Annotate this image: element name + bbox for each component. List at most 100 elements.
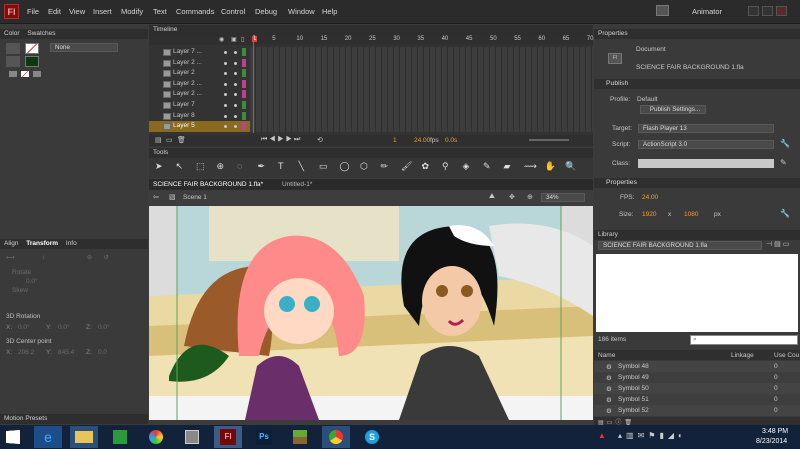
photos-app-icon[interactable]	[178, 426, 206, 448]
layer-row[interactable]: Layer 2	[149, 68, 593, 79]
chrome-icon[interactable]	[322, 426, 350, 448]
link-icon[interactable]: ⊖	[87, 255, 92, 261]
lock-dot[interactable]	[234, 61, 237, 65]
lock-dot[interactable]	[234, 51, 237, 54]
start-windows-icon[interactable]	[6, 430, 20, 444]
frame-cells[interactable]	[250, 100, 593, 111]
wrench-icon[interactable]: 🔧	[780, 139, 790, 148]
layer-name[interactable]: Layer 5	[173, 122, 195, 129]
elapsed-time[interactable]: 0.0s	[445, 137, 457, 144]
height-field[interactable]: 1080	[684, 211, 698, 218]
properties-title[interactable]: Properties	[594, 29, 800, 39]
library-item[interactable]: ⚙ Symbol 52 0	[594, 405, 800, 416]
width-field[interactable]: 1920	[642, 211, 656, 218]
frame-cells[interactable]	[250, 78, 593, 90]
edit-scene-icon[interactable]: ⛰	[489, 193, 495, 201]
outline-color-swatch[interactable]	[242, 101, 246, 109]
eraser-tool-icon[interactable]: ▰	[504, 161, 511, 172]
layer-row[interactable]: Layer 7 ...	[149, 47, 593, 58]
edit-symbol-icon[interactable]: ✥	[509, 193, 515, 201]
file-explorer-icon[interactable]	[70, 426, 98, 448]
library-item[interactable]: ⚙ Symbol 49 0	[594, 372, 800, 383]
pen-tool-icon[interactable]: ✒	[258, 161, 266, 172]
stage-canvas[interactable]	[149, 206, 593, 420]
menu-view[interactable]: View	[69, 7, 85, 16]
layer-name[interactable]: Layer 8	[173, 112, 195, 119]
ie-icon[interactable]: e	[34, 426, 62, 448]
motion-presets-tab[interactable]: Motion Presets	[0, 414, 148, 424]
layer-row[interactable]: Layer 8	[149, 110, 593, 122]
acrobat-tray-icon[interactable]: ▲	[598, 431, 606, 440]
new-layer-icon[interactable]: ▤	[155, 136, 162, 144]
visibility-dot[interactable]	[224, 114, 227, 118]
doc-tab-science-fair[interactable]: SCIENCE FAIR BACKGROUND 1.fla*	[153, 181, 263, 188]
free-transform-tool-icon[interactable]: ⬚	[196, 161, 205, 172]
menu-help[interactable]: Help	[322, 7, 337, 16]
target-dropdown[interactable]: Flash Player 13	[638, 124, 774, 133]
text-tool-icon[interactable]: T	[278, 161, 284, 171]
eyedropper-tool-icon[interactable]: ✎	[483, 161, 491, 172]
clock-date[interactable]: 8/23/2014	[756, 438, 787, 445]
stroke-pencil-icon[interactable]	[6, 43, 20, 54]
oval-tool-icon[interactable]: ◯	[340, 161, 350, 172]
outline-color-swatch[interactable]	[242, 69, 246, 78]
layer-row[interactable]: Layer 2 ...	[149, 57, 593, 69]
delete-layer-icon[interactable]: 🗑	[177, 136, 186, 144]
library-title[interactable]: Library	[594, 230, 800, 240]
minimize-button[interactable]	[748, 6, 759, 16]
menu-insert[interactable]: Insert	[93, 7, 112, 16]
outline-color-swatch[interactable]	[242, 90, 246, 99]
playhead[interactable]	[253, 35, 254, 133]
menu-debug[interactable]: Debug	[255, 7, 277, 16]
layer-row[interactable]: Layer 7	[149, 100, 593, 111]
library-item[interactable]: ⚙ Symbol 48 0	[594, 361, 800, 372]
library-doc-dropdown[interactable]: SCIENCE FAIR BACKGROUND 1.fla	[598, 241, 762, 250]
tools-title[interactable]: Tools	[149, 148, 593, 158]
close-button[interactable]	[776, 6, 787, 16]
outline-color-swatch[interactable]	[242, 79, 246, 88]
tab-transform[interactable]: Transform	[26, 240, 58, 247]
visibility-dot[interactable]	[224, 72, 227, 76]
photoshop-icon[interactable]: Ps	[250, 426, 278, 448]
menu-control[interactable]: Control	[221, 7, 245, 16]
selection-tool-icon[interactable]: ➤	[155, 161, 163, 172]
menu-modify[interactable]: Modify	[121, 7, 143, 16]
menu-window[interactable]: Window	[288, 7, 315, 16]
bone-tool-icon[interactable]: ⚲	[442, 161, 449, 172]
no-color-icon[interactable]	[21, 71, 29, 77]
swap-colors-icon[interactable]	[33, 71, 41, 77]
reset-icon[interactable]: ↺	[104, 255, 109, 261]
layer-name[interactable]: Layer 2 ...	[173, 59, 202, 66]
publish-section[interactable]: Publish	[594, 79, 800, 89]
layer-name[interactable]: Layer 2	[173, 69, 195, 76]
outline-color-swatch[interactable]	[242, 111, 246, 120]
hand-tool-icon[interactable]: ✋	[545, 161, 556, 172]
class-input[interactable]	[638, 159, 774, 168]
flash-task-icon[interactable]: Fl	[214, 426, 242, 448]
layer-row[interactable]: Layer 2 ...	[149, 89, 593, 100]
menu-edit[interactable]: Edit	[48, 7, 61, 16]
maximize-button[interactable]	[762, 6, 773, 16]
visibility-dot[interactable]	[224, 104, 227, 107]
library-footer-icons[interactable]: ▤▭ⓘ🗑	[594, 417, 800, 426]
menu-commands[interactable]: Commands	[176, 7, 214, 16]
layer-row[interactable]: Layer 2 ...	[149, 78, 593, 90]
visibility-dot[interactable]	[224, 93, 227, 97]
center-stage-icon[interactable]: ⊕	[527, 193, 533, 201]
layer-name[interactable]: Layer 2 ...	[173, 90, 202, 97]
library-item[interactable]: ⚙ Symbol 51 0	[594, 394, 800, 405]
tab-swatches[interactable]: Swatches	[27, 30, 55, 37]
outline-color-swatch[interactable]	[242, 122, 246, 131]
zoom-tool-icon[interactable]: 🔍	[565, 161, 576, 172]
library-pin-icons[interactable]: ⊣▤▭	[766, 240, 791, 248]
clock-time[interactable]: 3:48 PM	[762, 428, 788, 435]
frame-cells[interactable]	[250, 110, 593, 122]
frame-ruler[interactable]: 1 5 10 15 20 25 30 35 40 45 50 55 60 65 70	[250, 35, 593, 45]
col-use-count[interactable]: Use Cou	[774, 352, 799, 359]
lock-dot[interactable]	[234, 93, 237, 97]
lock-dot[interactable]	[234, 114, 237, 118]
publish-settings-button[interactable]: Publish Settings...	[640, 105, 706, 114]
loop-icon[interactable]: ⟲	[317, 136, 323, 144]
stroke-color-swatch[interactable]	[25, 43, 39, 54]
lock-dot[interactable]	[234, 104, 237, 107]
